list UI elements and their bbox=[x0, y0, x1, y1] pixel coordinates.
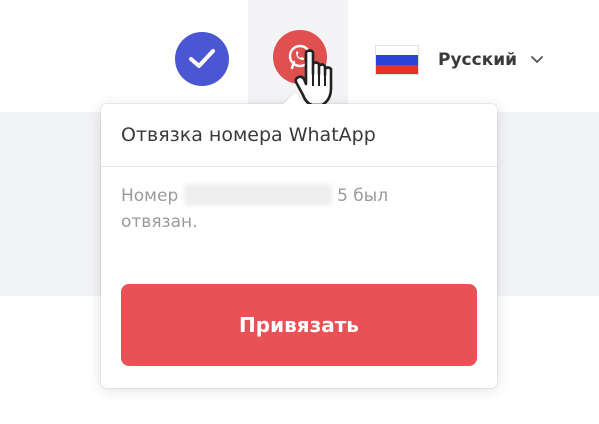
popover-message: Номер 5 был отвязан. bbox=[101, 167, 441, 235]
check-badge-icon[interactable] bbox=[175, 32, 229, 86]
language-label: Русский bbox=[438, 50, 518, 70]
bind-button[interactable]: Привязать bbox=[121, 284, 477, 366]
popover-title: Отвязка номера WhatApp bbox=[101, 104, 497, 167]
language-selector[interactable]: Русский bbox=[376, 44, 543, 76]
masked-phone-number bbox=[183, 184, 332, 206]
chevron-down-icon bbox=[531, 49, 543, 68]
whatsapp-unlink-popover: Отвязка номера WhatApp Номер 5 был отвяз… bbox=[101, 104, 497, 388]
message-prefix: Номер bbox=[121, 186, 179, 206]
russia-flag-icon bbox=[376, 46, 418, 74]
